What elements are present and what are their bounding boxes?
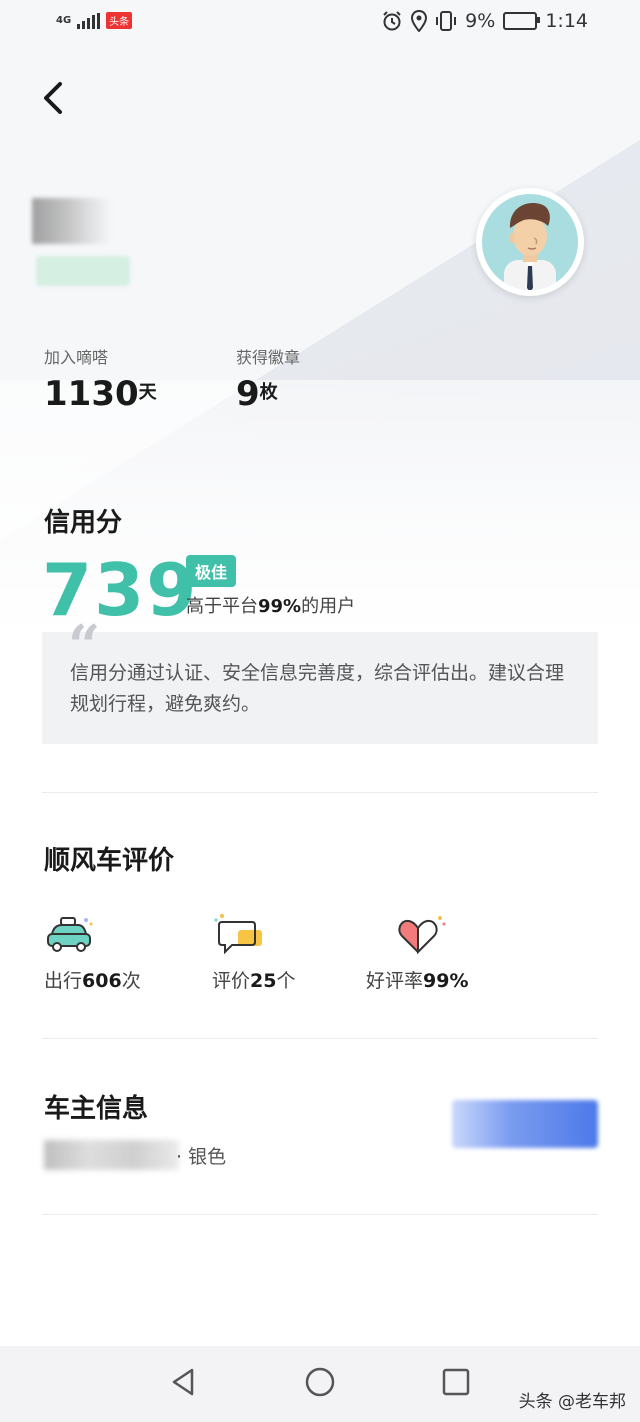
battery-icon <box>503 12 541 30</box>
avatar[interactable] <box>476 188 584 296</box>
header-diagonal <box>0 0 640 640</box>
badge-unit: 枚 <box>259 382 278 403</box>
watermark: 头条 @老车邦 <box>518 1392 626 1412</box>
badge-count: 9 <box>236 374 260 414</box>
owner-title: 车主信息 <box>44 1094 149 1124</box>
heart-icon <box>398 916 446 955</box>
status-bar: 4G 头条 9% 1:14 <box>0 0 640 46</box>
location-icon <box>411 10 428 32</box>
credit-description: 高于平台99%的用户 <box>186 592 355 618</box>
credit-desc-prefix: 高于平台 <box>186 596 258 617</box>
avatar-illustration <box>504 203 556 290</box>
divider <box>42 792 598 793</box>
credit-desc-suffix: 的用户 <box>301 596 356 617</box>
app-notification-badge: 头条 <box>106 12 133 29</box>
join-label: 加入嘀嗒 <box>44 348 109 367</box>
credit-note: 信用分通过认证、安全信息完善度，综合评估出。建议合理规划行程，避免爽约。 <box>70 662 565 715</box>
reviews-value: 25 <box>250 970 277 992</box>
rating-value: 99% <box>423 970 469 992</box>
ride-eval-title: 顺风车评价 <box>44 846 175 876</box>
badge-stat[interactable]: 获得徽章 9枚 <box>236 344 300 414</box>
trips-stat: 出行606次 <box>44 912 141 993</box>
car-model-blurred <box>44 1140 179 1170</box>
credit-title: 信用分 <box>44 508 123 538</box>
credit-level-badge: 极佳 <box>186 555 237 587</box>
page: { "status_bar": { "network": "4G", "app_… <box>0 0 640 1422</box>
nav-back-icon[interactable] <box>164 1362 204 1402</box>
divider <box>42 1038 598 1039</box>
join-stat: 加入嘀嗒 1130天 <box>44 344 157 414</box>
alarm-icon <box>383 11 401 31</box>
divider <box>42 1214 598 1215</box>
reviews-suffix: 个 <box>276 970 296 992</box>
nav-recents-icon[interactable] <box>436 1362 476 1402</box>
car-color: · 银色 <box>176 1146 227 1168</box>
signal-icon <box>77 12 101 29</box>
nav-home-icon[interactable] <box>300 1362 340 1402</box>
rating-stat: 好评率99% <box>366 912 469 993</box>
battery-percent: 9% <box>465 10 496 32</box>
trips-suffix: 次 <box>121 970 141 992</box>
back-button[interactable] <box>38 78 70 118</box>
rating-prefix: 好评率 <box>366 970 424 992</box>
verified-badge-blurred <box>36 256 130 286</box>
credit-score: 739 <box>42 548 199 632</box>
vibrate-icon <box>436 11 457 31</box>
clock: 1:14 <box>545 10 588 32</box>
join-unit: 天 <box>138 382 157 403</box>
network-label: 4G <box>56 14 72 26</box>
trips-value: 606 <box>82 970 122 992</box>
car-icon <box>47 917 93 952</box>
credit-desc-percent: 99% <box>258 596 302 617</box>
trips-prefix: 出行 <box>44 970 83 992</box>
license-plate-blurred <box>452 1100 598 1148</box>
reviews-stat: 评价25个 <box>212 912 295 993</box>
reviews-prefix: 评价 <box>212 970 251 992</box>
badge-label: 获得徽章 <box>236 348 301 367</box>
join-days: 1130 <box>44 374 139 414</box>
chat-bubble-icon <box>214 914 262 955</box>
user-name-blurred <box>32 198 112 244</box>
